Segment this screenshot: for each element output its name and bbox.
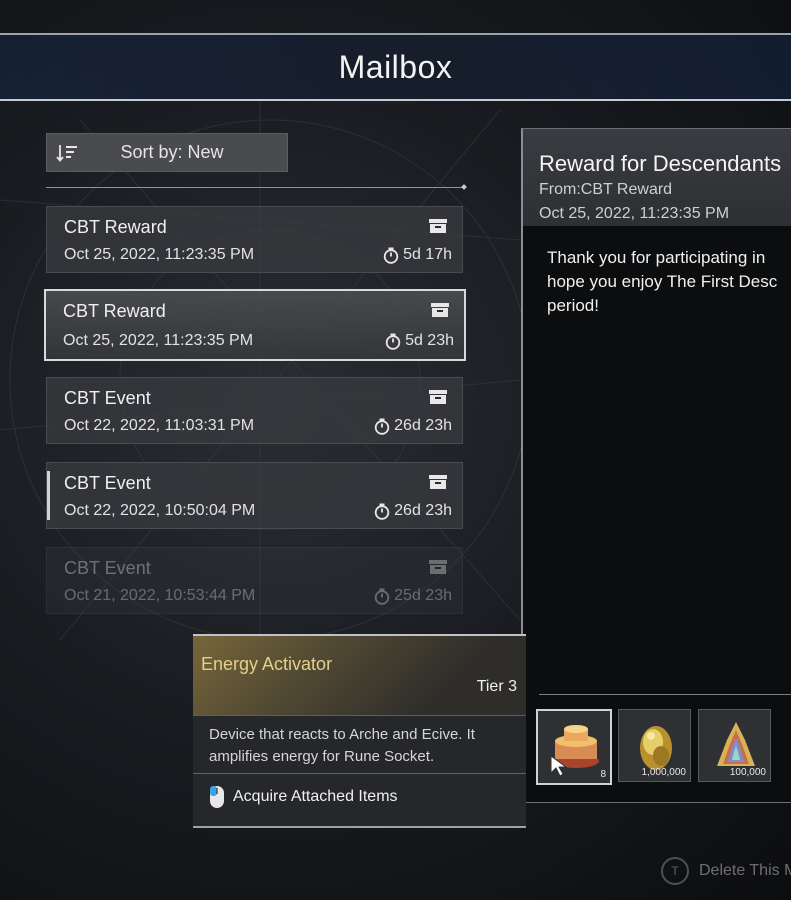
reward-slot[interactable]: 100,000 xyxy=(698,709,771,782)
mail-remaining: 25d 23h xyxy=(394,587,452,604)
mail-detail-panel: Reward for Descendants From:CBT Reward O… xyxy=(521,128,791,803)
list-divider xyxy=(46,187,464,188)
tooltip-description: Device that reacts to Arche and Ecive. I… xyxy=(209,726,475,765)
mail-remaining: 5d 23h xyxy=(405,332,454,349)
tooltip-divider xyxy=(193,773,526,774)
sort-button[interactable]: Sort by: New xyxy=(46,133,288,172)
mail-title: CBT Event xyxy=(64,558,151,578)
attachment-box-icon xyxy=(429,219,447,238)
page-title: Mailbox xyxy=(338,48,453,85)
reward-slot[interactable]: 8 xyxy=(536,709,612,785)
mail-expiry: 26d 23h xyxy=(374,417,452,435)
mail-remaining: 26d 23h xyxy=(394,417,452,434)
timer-icon xyxy=(374,588,390,605)
mail-expiry: 25d 23h xyxy=(374,587,452,605)
delete-mail-label: Delete This M xyxy=(699,862,791,879)
delete-mail-hint[interactable]: T Delete This M xyxy=(661,857,791,885)
mail-detail-body: Thank you for participating in hope you … xyxy=(547,248,778,315)
reward-quantity: 1,000,000 xyxy=(641,767,687,778)
attachment-box-icon xyxy=(429,475,447,494)
item-tooltip: Energy Activator Tier 3 Device that reac… xyxy=(193,634,526,828)
mail-date: Oct 21, 2022, 10:53:44 PM xyxy=(64,587,256,604)
tooltip-action-label: Acquire Attached Items xyxy=(233,788,398,805)
mail-expiry: 5d 23h xyxy=(385,332,454,350)
timer-icon xyxy=(383,247,399,264)
mail-detail-title: Reward for Descendants xyxy=(539,151,782,176)
sort-label: Sort by: New xyxy=(120,142,224,162)
mail-item[interactable]: CBT Event Oct 21, 2022, 10:53:44 PM 25d … xyxy=(46,547,463,614)
timer-icon xyxy=(385,333,401,350)
acquire-attached-items-button[interactable]: Acquire Attached Items xyxy=(209,785,398,809)
reward-quantity: 100,000 xyxy=(729,767,766,778)
mail-expiry: 5d 17h xyxy=(383,246,452,264)
attachment-box-icon xyxy=(431,303,449,322)
mail-date: Oct 25, 2022, 11:23:35 PM xyxy=(63,332,254,349)
cursor-icon xyxy=(550,755,568,777)
mail-item-selected[interactable]: CBT Reward Oct 25, 2022, 11:23:35 PM 5d … xyxy=(44,289,466,361)
mail-detail-date: Oct 25, 2022, 11:23:35 PM xyxy=(539,205,730,222)
mail-title: CBT Event xyxy=(64,388,151,408)
mail-date: Oct 25, 2022, 11:23:35 PM xyxy=(64,246,255,263)
attachment-box-icon xyxy=(429,390,447,409)
mail-date: Oct 22, 2022, 11:03:31 PM xyxy=(64,417,255,434)
mail-title: CBT Reward xyxy=(64,217,167,237)
mail-remaining: 26d 23h xyxy=(394,502,452,519)
tooltip-header: Energy Activator Tier 3 xyxy=(193,636,526,716)
mail-title: CBT Reward xyxy=(63,301,166,321)
mail-remaining: 5d 17h xyxy=(403,246,452,263)
attachment-box-icon xyxy=(429,560,447,579)
header-bar: Mailbox xyxy=(0,33,791,101)
gold-coins-icon xyxy=(640,726,672,770)
key-hint-icon: T xyxy=(661,857,689,885)
mail-expiry: 26d 23h xyxy=(374,502,452,520)
mail-item[interactable]: CBT Event Oct 22, 2022, 11:03:31 PM 26d … xyxy=(46,377,463,444)
mail-item[interactable]: CBT Reward Oct 25, 2022, 11:23:35 PM 5d … xyxy=(46,206,463,273)
kuiper-shard-icon xyxy=(717,722,755,766)
mail-item-hover[interactable]: CBT Event Oct 22, 2022, 10:50:04 PM 26d … xyxy=(46,462,463,529)
tooltip-item-name: Energy Activator xyxy=(201,654,333,674)
mail-title: CBT Event xyxy=(64,473,151,493)
detail-divider xyxy=(539,694,791,695)
tooltip-item-tier: Tier 3 xyxy=(476,678,517,695)
timer-icon xyxy=(374,418,390,435)
mouse-icon xyxy=(210,786,224,808)
reward-slot[interactable]: 1,000,000 xyxy=(618,709,691,782)
reward-quantity: 8 xyxy=(600,769,606,780)
mail-detail-sender: From:CBT Reward xyxy=(539,181,673,198)
mail-date: Oct 22, 2022, 10:50:04 PM xyxy=(64,502,256,519)
timer-icon xyxy=(374,503,390,520)
sort-descending-icon xyxy=(47,144,87,162)
